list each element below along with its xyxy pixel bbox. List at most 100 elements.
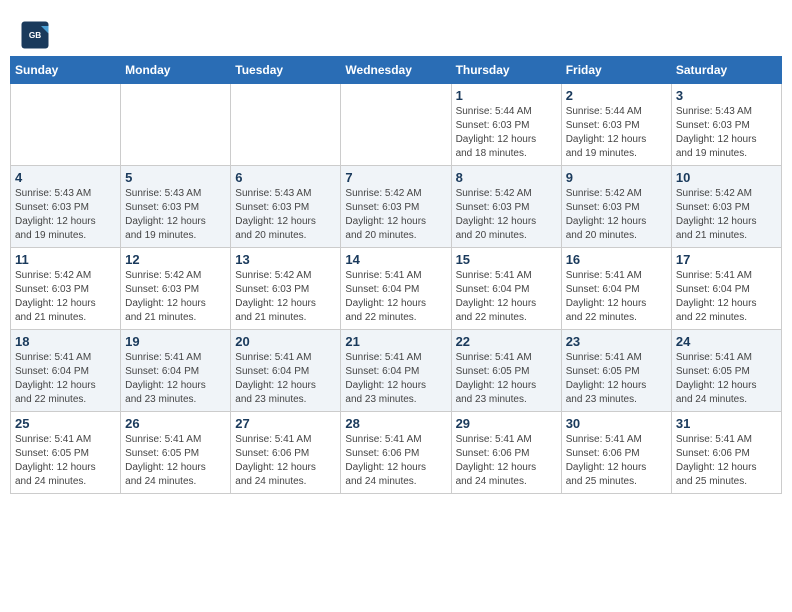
calendar-week-5: 25 Sunrise: 5:41 AM Sunset: 6:05 PM Dayli… <box>11 412 782 494</box>
day-info: Sunrise: 5:43 AM Sunset: 6:03 PM Dayligh… <box>235 187 336 243</box>
day-header-thursday: Thursday <box>451 57 561 84</box>
day-info: Sunrise: 5:42 AM Sunset: 6:03 PM Dayligh… <box>676 187 777 243</box>
calendar-cell: 11 Sunrise: 5:42 AM Sunset: 6:03 PM Dayli… <box>11 248 121 330</box>
day-info: Sunrise: 5:41 AM Sunset: 6:06 PM Dayligh… <box>345 433 446 489</box>
logo-icon: GB <box>20 20 50 50</box>
day-info: Sunrise: 5:41 AM Sunset: 6:04 PM Dayligh… <box>456 269 557 325</box>
day-number: 14 <box>345 252 446 267</box>
calendar-cell <box>11 84 121 166</box>
day-info: Sunrise: 5:41 AM Sunset: 6:04 PM Dayligh… <box>345 351 446 407</box>
day-info: Sunrise: 5:42 AM Sunset: 6:03 PM Dayligh… <box>566 187 667 243</box>
day-info: Sunrise: 5:41 AM Sunset: 6:04 PM Dayligh… <box>235 351 336 407</box>
day-number: 29 <box>456 416 557 431</box>
calendar-cell: 17 Sunrise: 5:41 AM Sunset: 6:04 PM Dayli… <box>671 248 781 330</box>
calendar-cell: 15 Sunrise: 5:41 AM Sunset: 6:04 PM Dayli… <box>451 248 561 330</box>
calendar-cell: 5 Sunrise: 5:43 AM Sunset: 6:03 PM Daylig… <box>121 166 231 248</box>
calendar-week-2: 4Sunrise: 5:43 AM Sunset: 6:03 PM Daylig… <box>11 166 782 248</box>
calendar-cell: 14 Sunrise: 5:41 AM Sunset: 6:04 PM Dayli… <box>341 248 451 330</box>
calendar-cell: 4Sunrise: 5:43 AM Sunset: 6:03 PM Daylig… <box>11 166 121 248</box>
day-number: 28 <box>345 416 446 431</box>
day-info: Sunrise: 5:41 AM Sunset: 6:05 PM Dayligh… <box>676 351 777 407</box>
day-number: 23 <box>566 334 667 349</box>
day-info: Sunrise: 5:42 AM Sunset: 6:03 PM Dayligh… <box>456 187 557 243</box>
day-info: Sunrise: 5:41 AM Sunset: 6:04 PM Dayligh… <box>345 269 446 325</box>
day-number: 7 <box>345 170 446 185</box>
day-number: 15 <box>456 252 557 267</box>
calendar-cell: 22Sunrise: 5:41 AM Sunset: 6:05 PM Dayli… <box>451 330 561 412</box>
day-number: 17 <box>676 252 777 267</box>
day-info: Sunrise: 5:42 AM Sunset: 6:03 PM Dayligh… <box>345 187 446 243</box>
day-info: Sunrise: 5:41 AM Sunset: 6:04 PM Dayligh… <box>676 269 777 325</box>
day-info: Sunrise: 5:42 AM Sunset: 6:03 PM Dayligh… <box>15 269 116 325</box>
calendar-cell: 24 Sunrise: 5:41 AM Sunset: 6:05 PM Dayli… <box>671 330 781 412</box>
calendar-cell <box>341 84 451 166</box>
day-info: Sunrise: 5:41 AM Sunset: 6:05 PM Dayligh… <box>456 351 557 407</box>
day-info: Sunrise: 5:41 AM Sunset: 6:05 PM Dayligh… <box>566 351 667 407</box>
day-header-monday: Monday <box>121 57 231 84</box>
day-number: 2 <box>566 88 667 103</box>
day-number: 1 <box>456 88 557 103</box>
calendar-cell: 28 Sunrise: 5:41 AM Sunset: 6:06 PM Dayli… <box>341 412 451 494</box>
day-number: 12 <box>125 252 226 267</box>
day-number: 5 <box>125 170 226 185</box>
day-number: 21 <box>345 334 446 349</box>
calendar-cell: 25Sunrise: 5:41 AM Sunset: 6:05 PM Dayli… <box>11 412 121 494</box>
day-number: 30 <box>566 416 667 431</box>
day-info: Sunrise: 5:43 AM Sunset: 6:03 PM Dayligh… <box>15 187 116 243</box>
calendar-cell: 1 Sunrise: 5:44 AM Sunset: 6:03 PM Daylig… <box>451 84 561 166</box>
calendar-cell: 19 Sunrise: 5:41 AM Sunset: 6:04 PM Dayli… <box>121 330 231 412</box>
calendar-cell: 29 Sunrise: 5:41 AM Sunset: 6:06 PM Dayli… <box>451 412 561 494</box>
calendar-cell: 6 Sunrise: 5:43 AM Sunset: 6:03 PM Daylig… <box>231 166 341 248</box>
calendar-cell: 21 Sunrise: 5:41 AM Sunset: 6:04 PM Dayli… <box>341 330 451 412</box>
calendar-cell: 3 Sunrise: 5:43 AM Sunset: 6:03 PM Daylig… <box>671 84 781 166</box>
days-header-row: SundayMondayTuesdayWednesdayThursdayFrid… <box>11 57 782 84</box>
day-number: 25 <box>15 416 116 431</box>
calendar-cell: 10 Sunrise: 5:42 AM Sunset: 6:03 PM Dayli… <box>671 166 781 248</box>
calendar-cell: 16Sunrise: 5:41 AM Sunset: 6:04 PM Dayli… <box>561 248 671 330</box>
day-number: 13 <box>235 252 336 267</box>
calendar-cell: 7 Sunrise: 5:42 AM Sunset: 6:03 PM Daylig… <box>341 166 451 248</box>
calendar-week-3: 11 Sunrise: 5:42 AM Sunset: 6:03 PM Dayli… <box>11 248 782 330</box>
day-number: 11 <box>15 252 116 267</box>
day-header-friday: Friday <box>561 57 671 84</box>
calendar-cell <box>121 84 231 166</box>
day-info: Sunrise: 5:41 AM Sunset: 6:05 PM Dayligh… <box>125 433 226 489</box>
calendar-week-4: 18Sunrise: 5:41 AM Sunset: 6:04 PM Dayli… <box>11 330 782 412</box>
day-header-sunday: Sunday <box>11 57 121 84</box>
day-number: 27 <box>235 416 336 431</box>
calendar-cell: 20 Sunrise: 5:41 AM Sunset: 6:04 PM Dayli… <box>231 330 341 412</box>
day-info: Sunrise: 5:41 AM Sunset: 6:06 PM Dayligh… <box>456 433 557 489</box>
day-number: 8 <box>456 170 557 185</box>
day-info: Sunrise: 5:41 AM Sunset: 6:04 PM Dayligh… <box>15 351 116 407</box>
day-info: Sunrise: 5:44 AM Sunset: 6:03 PM Dayligh… <box>456 105 557 161</box>
calendar-cell: 2 Sunrise: 5:44 AM Sunset: 6:03 PM Daylig… <box>561 84 671 166</box>
calendar-cell: 30 Sunrise: 5:41 AM Sunset: 6:06 PM Dayli… <box>561 412 671 494</box>
day-info: Sunrise: 5:44 AM Sunset: 6:03 PM Dayligh… <box>566 105 667 161</box>
day-number: 24 <box>676 334 777 349</box>
day-number: 31 <box>676 416 777 431</box>
day-info: Sunrise: 5:43 AM Sunset: 6:03 PM Dayligh… <box>125 187 226 243</box>
day-number: 3 <box>676 88 777 103</box>
day-number: 6 <box>235 170 336 185</box>
calendar-cell: 12Sunrise: 5:42 AM Sunset: 6:03 PM Dayli… <box>121 248 231 330</box>
calendar-cell: 8 Sunrise: 5:42 AM Sunset: 6:03 PM Daylig… <box>451 166 561 248</box>
calendar-cell: 31 Sunrise: 5:41 AM Sunset: 6:06 PM Dayli… <box>671 412 781 494</box>
calendar-week-1: 1 Sunrise: 5:44 AM Sunset: 6:03 PM Daylig… <box>11 84 782 166</box>
calendar-table: SundayMondayTuesdayWednesdayThursdayFrid… <box>10 56 782 494</box>
day-header-saturday: Saturday <box>671 57 781 84</box>
day-number: 10 <box>676 170 777 185</box>
calendar-cell: 9Sunrise: 5:42 AM Sunset: 6:03 PM Daylig… <box>561 166 671 248</box>
logo: GB <box>20 20 54 50</box>
day-number: 19 <box>125 334 226 349</box>
day-number: 20 <box>235 334 336 349</box>
day-info: Sunrise: 5:43 AM Sunset: 6:03 PM Dayligh… <box>676 105 777 161</box>
page-header: GB <box>10 10 782 50</box>
calendar-cell: 13Sunrise: 5:42 AM Sunset: 6:03 PM Dayli… <box>231 248 341 330</box>
day-number: 16 <box>566 252 667 267</box>
day-info: Sunrise: 5:41 AM Sunset: 6:06 PM Dayligh… <box>676 433 777 489</box>
calendar-cell: 23 Sunrise: 5:41 AM Sunset: 6:05 PM Dayli… <box>561 330 671 412</box>
day-info: Sunrise: 5:41 AM Sunset: 6:06 PM Dayligh… <box>566 433 667 489</box>
day-number: 26 <box>125 416 226 431</box>
day-info: Sunrise: 5:41 AM Sunset: 6:04 PM Dayligh… <box>125 351 226 407</box>
day-header-tuesday: Tuesday <box>231 57 341 84</box>
